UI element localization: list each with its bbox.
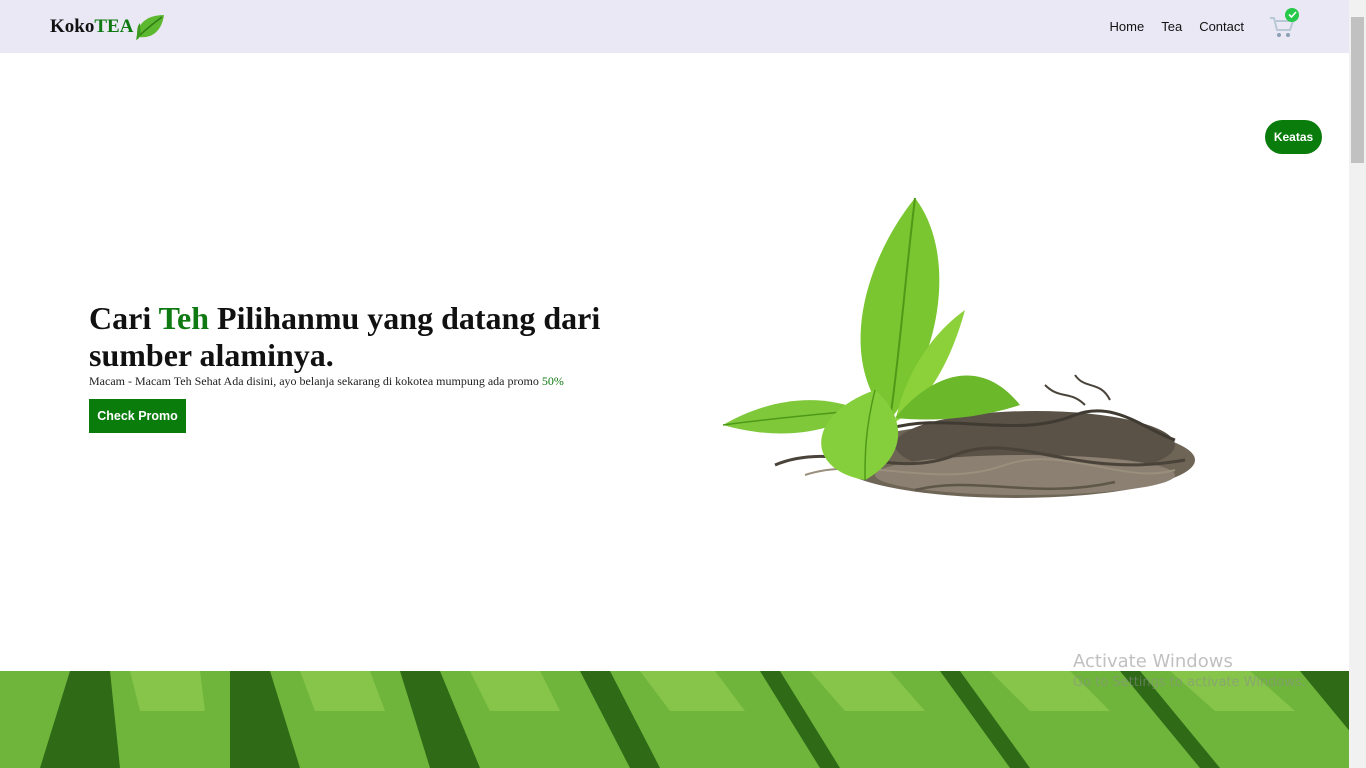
nav-links: Home Tea Contact <box>1110 0 1349 53</box>
nav-link-home[interactable]: Home <box>1110 19 1145 34</box>
watermark-subtitle: Go to Settings to activate Windows. <box>1073 675 1306 690</box>
logo-prefix: Koko <box>50 16 95 37</box>
hero-title-start: Cari <box>89 300 159 336</box>
nav-link-tea[interactable]: Tea <box>1161 19 1182 34</box>
tea-leaves-image <box>722 197 1195 498</box>
hero-title-highlight: Teh <box>158 300 210 336</box>
logo-accent: TEA <box>94 16 134 37</box>
watermark-title: Activate Windows <box>1073 651 1233 672</box>
check-icon <box>1287 11 1297 19</box>
keatas-button[interactable]: Keatas <box>1265 120 1322 154</box>
check-promo-button[interactable]: Check Promo <box>89 399 186 433</box>
logo[interactable]: Koko TEA <box>50 12 166 42</box>
scrollbar-thumb[interactable] <box>1351 17 1364 163</box>
vertical-scrollbar[interactable] <box>1349 0 1366 768</box>
nav-link-contact[interactable]: Contact <box>1199 19 1244 34</box>
cart-badge <box>1285 7 1299 22</box>
hero-subtitle-text: Macam - Macam Teh Sehat Ada disini, ayo … <box>89 374 542 388</box>
navbar: Koko TEA Home Tea Contact <box>0 0 1349 53</box>
leaf-logo-icon <box>136 15 165 40</box>
cart-button[interactable] <box>1267 7 1299 42</box>
activate-windows-watermark: Activate Windows Go to Settings to activ… <box>1073 651 1306 690</box>
hero-title: Cari Teh Pilihanmu yang datang dari sumb… <box>89 300 609 374</box>
hero-subtitle: Macam - Macam Teh Sehat Ada disini, ayo … <box>89 374 564 389</box>
promo-percent: 50% <box>541 374 564 388</box>
